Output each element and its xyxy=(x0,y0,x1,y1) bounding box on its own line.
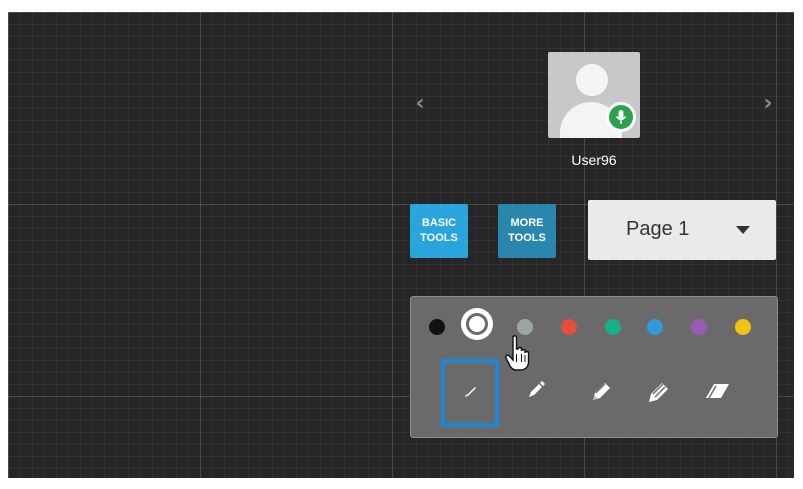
basic-tools-label-line2: TOOLS xyxy=(420,232,458,244)
color-swatch-red[interactable] xyxy=(561,319,577,335)
eraser-icon xyxy=(706,384,729,399)
thick-pencil-icon xyxy=(593,383,610,400)
color-swatch-blue[interactable] xyxy=(647,319,663,335)
eraser-tool-button[interactable] xyxy=(689,361,743,425)
basic-tools-button[interactable]: BASIC TOOLS xyxy=(410,204,468,258)
next-user-arrow-icon[interactable]: › xyxy=(758,92,778,116)
chevron-down-icon xyxy=(736,226,750,234)
previous-user-arrow-icon[interactable]: ‹ xyxy=(410,92,430,116)
user-avatar-icon xyxy=(548,52,640,138)
color-swatch-black[interactable] xyxy=(429,319,445,335)
basic-tools-label-line1: BASIC xyxy=(421,217,457,229)
pencil-icon xyxy=(529,381,545,397)
brush-tool-button[interactable] xyxy=(632,361,686,425)
color-swatch-gray[interactable] xyxy=(517,319,533,335)
more-tools-label-line1: MORE xyxy=(510,217,544,229)
avatar-head xyxy=(576,64,608,96)
microphone-icon xyxy=(609,105,633,129)
more-tools-label-line2: TOOLS xyxy=(508,232,546,244)
thin-pencil-tool-button[interactable] xyxy=(441,359,499,427)
microphone-badge xyxy=(606,102,636,132)
page-select-dropdown[interactable]: Page 1 xyxy=(588,200,776,260)
color-swatch-white-selected[interactable] xyxy=(461,308,493,340)
pencil-tool-button[interactable] xyxy=(511,361,565,425)
more-tools-button[interactable]: MORE TOOLS xyxy=(498,204,556,258)
whiteboard-canvas[interactable]: ‹ › User96 BASIC TOOLS MORE TOOLS Page 1 xyxy=(8,12,794,478)
color-swatch-purple[interactable] xyxy=(691,319,707,335)
brush-icon xyxy=(649,383,668,402)
color-swatch-yellow[interactable] xyxy=(735,319,751,335)
user-name: User96 xyxy=(571,152,617,168)
participant-tile: User96 xyxy=(546,52,642,192)
thin-pencil-icon xyxy=(465,387,476,397)
thick-pencil-tool-button[interactable] xyxy=(576,361,630,425)
color-swatch-green[interactable] xyxy=(605,319,621,335)
drawing-palette xyxy=(410,296,778,438)
page-select-value: Page 1 xyxy=(626,218,690,240)
